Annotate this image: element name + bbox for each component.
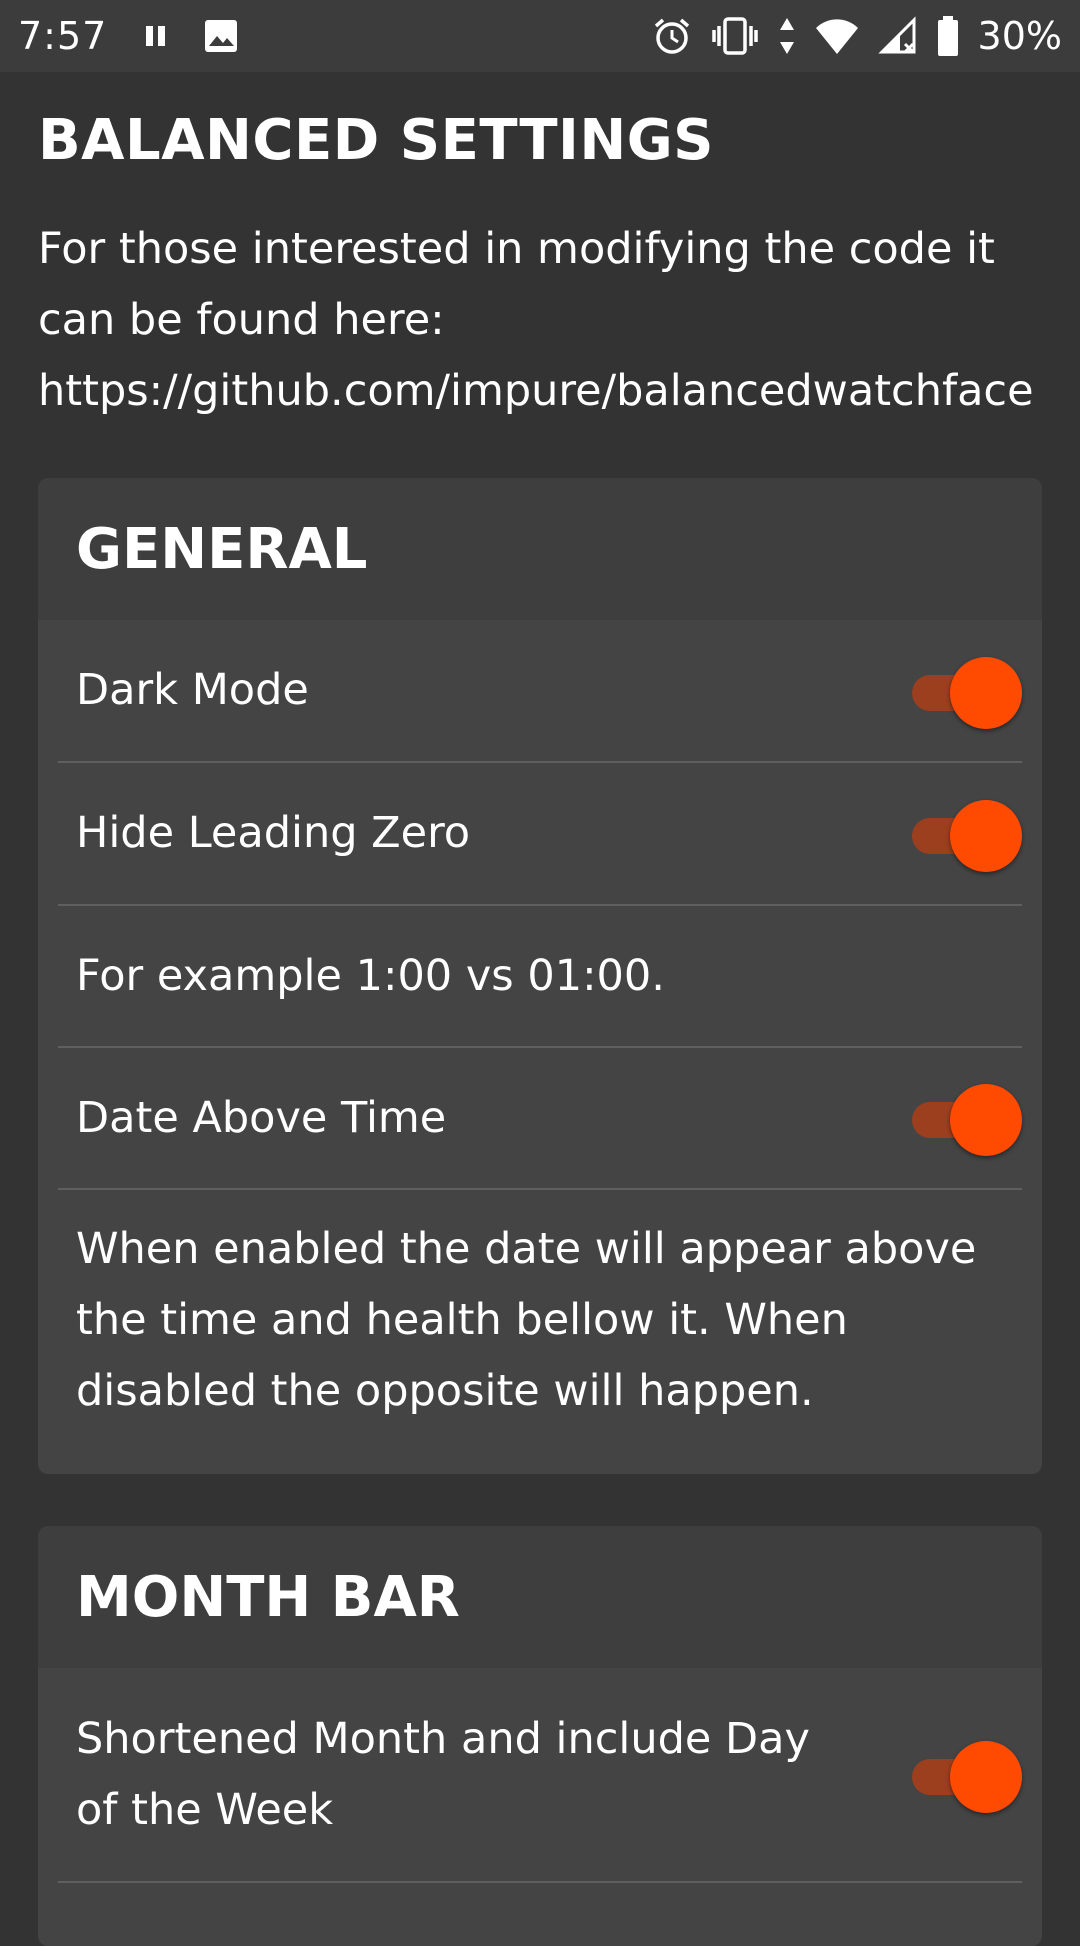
hide-leading-zero-row[interactable]: Hide Leading Zero bbox=[58, 763, 1022, 906]
dark-mode-label: Dark Mode bbox=[76, 665, 309, 715]
status-bar: 7:57 30% bbox=[0, 0, 1080, 72]
general-card: GENERAL Dark Mode Hide Leading Zero For … bbox=[38, 478, 1042, 1474]
vibrate-icon bbox=[710, 16, 760, 56]
date-above-time-label: Date Above Time bbox=[76, 1092, 447, 1143]
data-arrows-icon bbox=[778, 16, 796, 56]
battery-icon bbox=[936, 15, 960, 57]
toggle-thumb bbox=[950, 799, 1022, 872]
battery-percent: 30% bbox=[977, 14, 1062, 58]
label-line: of the Week bbox=[76, 1784, 334, 1835]
dark-mode-toggle[interactable] bbox=[906, 655, 1022, 729]
shortened-month-toggle[interactable] bbox=[906, 1739, 1022, 1813]
toggle-thumb bbox=[950, 656, 1022, 729]
label-line: Shortened Month and include Day bbox=[76, 1713, 810, 1764]
hide-leading-zero-description-row: For example 1:00 vs 01:00. bbox=[58, 906, 1022, 1048]
status-time: 7:57 bbox=[18, 14, 108, 58]
alarm-icon bbox=[652, 16, 692, 56]
dark-mode-row[interactable]: Dark Mode bbox=[58, 620, 1022, 763]
date-above-time-row[interactable]: Date Above Time bbox=[58, 1048, 1022, 1190]
hide-leading-zero-label: Hide Leading Zero bbox=[76, 808, 471, 858]
cell-signal-icon bbox=[877, 16, 918, 56]
month-bar-header: MONTH BAR bbox=[38, 1526, 1042, 1668]
toggle-thumb bbox=[950, 1084, 1022, 1156]
month-bar-card: MONTH BAR Shortened Month and include Da… bbox=[38, 1526, 1042, 1946]
section-title: MONTH BAR bbox=[76, 1564, 460, 1630]
shortened-month-row[interactable]: Shortened Month and include Day of the W… bbox=[58, 1668, 1022, 1883]
date-above-time-description-row: When enabled the date will appear above … bbox=[58, 1190, 1022, 1474]
section-title: GENERAL bbox=[76, 516, 368, 582]
toggle-thumb bbox=[950, 1740, 1022, 1813]
page-title: BALANCED SETTINGS bbox=[38, 108, 715, 173]
date-above-time-description: When enabled the date will appear above … bbox=[76, 1214, 1004, 1427]
page-description: For those interested in modifying the co… bbox=[38, 214, 1058, 427]
description-line: When enabled the date will appear above bbox=[76, 1224, 977, 1274]
shortened-month-label: Shortened Month and include Day of the W… bbox=[76, 1704, 906, 1846]
hide-leading-zero-description: For example 1:00 vs 01:00. bbox=[76, 950, 665, 1001]
pause-icon bbox=[143, 23, 169, 49]
wifi-icon bbox=[814, 16, 860, 56]
description-line: the time and health bellow it. When bbox=[76, 1295, 848, 1345]
date-above-time-toggle[interactable] bbox=[906, 1082, 1022, 1156]
image-icon bbox=[203, 18, 239, 54]
description-line: For those interested in modifying the co… bbox=[38, 224, 995, 274]
general-header: GENERAL bbox=[38, 478, 1042, 620]
description-line: can be found here: bbox=[38, 295, 445, 345]
repo-link[interactable]: https://github.com/impure/balancedwatchf… bbox=[38, 356, 1058, 427]
description-line: disabled the opposite will happen. bbox=[76, 1366, 814, 1416]
hide-leading-zero-toggle[interactable] bbox=[906, 798, 1022, 872]
